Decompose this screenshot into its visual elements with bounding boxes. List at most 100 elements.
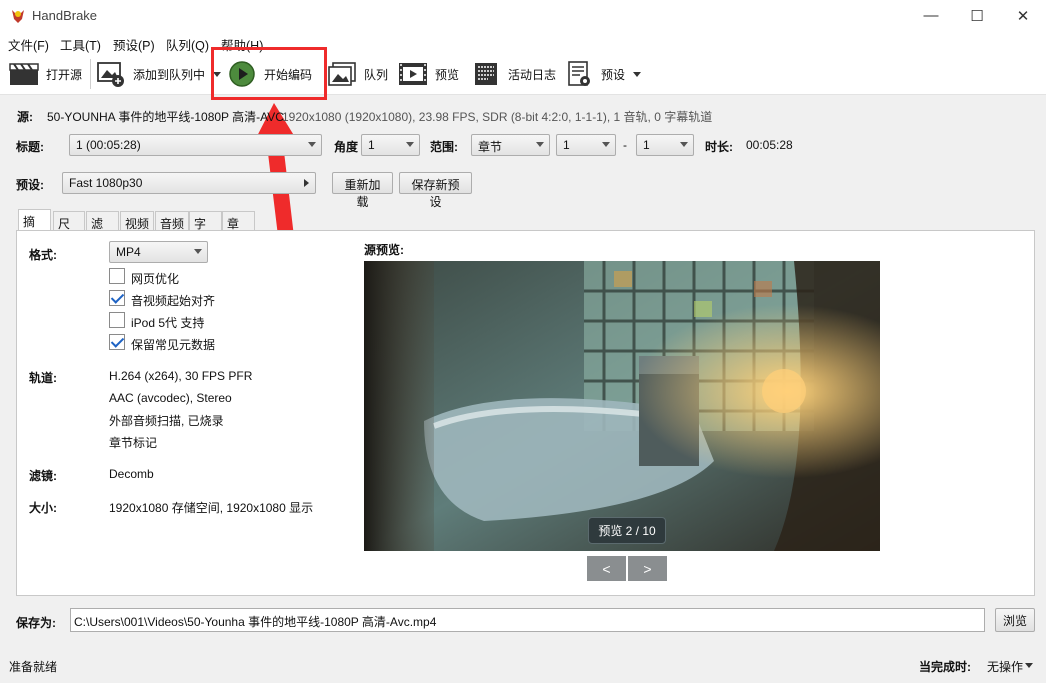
preview-button[interactable]: 预览 <box>397 53 459 95</box>
queue-label: 队列 <box>364 67 389 82</box>
passthru-metadata-label: 保留常见元数据 <box>131 338 216 352</box>
preset-select[interactable]: Fast 1080p30 <box>62 172 316 194</box>
align-av-start-label: 音视频起始对齐 <box>131 294 216 308</box>
preview-label: 预览 <box>435 67 460 82</box>
ipod-5g-label: iPod 5代 支持 <box>131 316 205 330</box>
close-icon: ✕ <box>1016 7 1030 25</box>
range-dash: - <box>623 138 627 152</box>
web-optimized-checkbox[interactable] <box>109 268 125 284</box>
maximize-icon: ☐ <box>970 7 984 25</box>
passthru-metadata-checkbox[interactable] <box>109 334 125 350</box>
track-chapters: 章节标记 <box>109 436 158 450</box>
presets-label: 预设 <box>601 67 626 82</box>
chevron-down-icon <box>308 142 316 147</box>
activity-log-label: 活动日志 <box>508 67 557 82</box>
minimize-button[interactable]: — <box>908 0 954 31</box>
menu-file[interactable]: 文件(F) <box>8 35 49 54</box>
range-label: 范围: <box>430 140 458 154</box>
chevron-down-icon <box>536 142 544 147</box>
range-end-value: 1 <box>643 138 650 152</box>
range-type-select[interactable]: 章节 <box>471 134 550 156</box>
menu-presets[interactable]: 预设(P) <box>113 35 155 54</box>
maximize-button[interactable]: ☐ <box>954 0 1000 31</box>
menu-queue[interactable]: 队列(Q) <box>166 35 209 54</box>
save-as-label: 保存为: <box>16 616 56 630</box>
range-end-select[interactable]: 1 <box>636 134 694 156</box>
add-to-queue-label: 添加到队列中 <box>133 67 206 82</box>
range-type-value: 章节 <box>478 140 503 154</box>
activity-log-button[interactable]: 活动日志 <box>470 53 556 95</box>
size-label: 大小: <box>29 501 57 515</box>
toolbar: 打开源 添加到队列中 开始编码 队列 预览 活动日志 预设 <box>0 53 1046 95</box>
preset-select-value: Fast 1080p30 <box>69 176 143 190</box>
range-start-value: 1 <box>563 138 570 152</box>
title-bar: HandBrake — ☐ ✕ <box>0 0 1046 31</box>
preview-index-badge: 预览 2 / 10 <box>588 517 666 544</box>
source-info: 1920x1080 (1920x1080), 23.98 FPS, SDR (8… <box>282 110 713 124</box>
range-start-select[interactable]: 1 <box>556 134 616 156</box>
status-bar: 准备就绪 当完成时: 无操作 <box>0 649 1046 683</box>
source-preview-label: 源预览: <box>364 243 404 257</box>
preset-label: 预设: <box>16 178 44 192</box>
angle-select[interactable]: 1 <box>361 134 420 156</box>
tab-dimensions[interactable]: 尺寸 <box>53 211 85 248</box>
chevron-down-icon <box>602 142 610 147</box>
duration-label: 时长: <box>705 140 733 154</box>
chevron-right-icon <box>304 179 309 187</box>
tab-audio[interactable]: 音频 <box>155 211 189 231</box>
title-label: 标题: <box>16 140 44 154</box>
tab-filters[interactable]: 滤镜 <box>86 211 119 248</box>
destination-path-input[interactable]: C:\Users\001\Videos\50-Younha 事件的地平线-108… <box>70 608 985 632</box>
align-av-start-checkbox[interactable] <box>109 290 125 306</box>
presets-dropdown-icon[interactable] <box>633 71 642 77</box>
prev-preview-button[interactable]: < <box>587 556 626 581</box>
duration-value: 00:05:28 <box>746 138 793 152</box>
tab-summary[interactable]: 摘要 <box>18 209 51 246</box>
when-done-dropdown-icon[interactable] <box>1025 663 1033 668</box>
filters-label: 滤镜: <box>29 469 57 483</box>
title-select[interactable]: 1 (00:05:28) <box>69 134 322 156</box>
activity-log-icon <box>470 60 502 88</box>
clapperboard-icon <box>8 60 40 88</box>
when-done-select[interactable]: 无操作 <box>987 658 1023 675</box>
queue-icon <box>326 60 358 88</box>
presets-button[interactable]: 预设 <box>563 53 642 95</box>
window-title: HandBrake <box>32 8 98 23</box>
next-preview-button[interactable]: > <box>628 556 667 581</box>
close-button[interactable]: ✕ <box>1000 0 1046 31</box>
tracks-label: 轨道: <box>29 371 57 385</box>
source-label: 源: <box>17 110 33 124</box>
save-new-preset-button[interactable]: 保存新预设 <box>399 172 472 209</box>
angle-label: 角度 <box>334 140 359 154</box>
source-preview-image <box>364 261 880 551</box>
ipod-5g-checkbox[interactable] <box>109 312 125 328</box>
reload-preset-button[interactable]: 重新加载 <box>332 172 393 209</box>
angle-select-value: 1 <box>368 138 375 152</box>
queue-button[interactable]: 队列 <box>326 53 388 95</box>
add-to-queue-button[interactable]: 添加到队列中 <box>95 53 222 95</box>
format-select[interactable]: MP4 <box>109 241 208 263</box>
chevron-down-icon <box>194 249 202 254</box>
tab-video[interactable]: 视频 <box>120 211 154 231</box>
open-source-button[interactable]: 打开源 <box>8 53 82 95</box>
when-done-label: 当完成时: <box>919 660 971 674</box>
track-audio: AAC (avcodec), Stereo <box>109 391 232 405</box>
size-value: 1920x1080 存储空间, 1920x1080 显示 <box>109 501 314 515</box>
minimize-icon: — <box>923 7 939 24</box>
format-select-value: MP4 <box>116 245 141 259</box>
add-image-icon <box>95 60 127 88</box>
browse-button[interactable]: 浏览 <box>995 608 1035 632</box>
web-optimized-label: 网页优化 <box>131 272 180 286</box>
tab-subtitles[interactable]: 字幕 <box>189 211 222 248</box>
menu-bar: 文件(F) 工具(T) 预设(P) 队列(Q) 帮助(H) <box>0 31 1046 53</box>
tab-chapters[interactable]: 章节 <box>222 211 255 248</box>
title-select-value: 1 (00:05:28) <box>76 138 141 152</box>
format-label: 格式: <box>29 248 57 262</box>
track-video: H.264 (x264), 30 FPS PFR <box>109 369 253 383</box>
annotation-highlight-box <box>211 47 327 100</box>
chevron-down-icon <box>680 142 688 147</box>
chevron-down-icon <box>406 142 414 147</box>
menu-tools[interactable]: 工具(T) <box>60 35 101 54</box>
status-text: 准备就绪 <box>9 660 58 674</box>
handbrake-logo-icon <box>12 10 24 23</box>
